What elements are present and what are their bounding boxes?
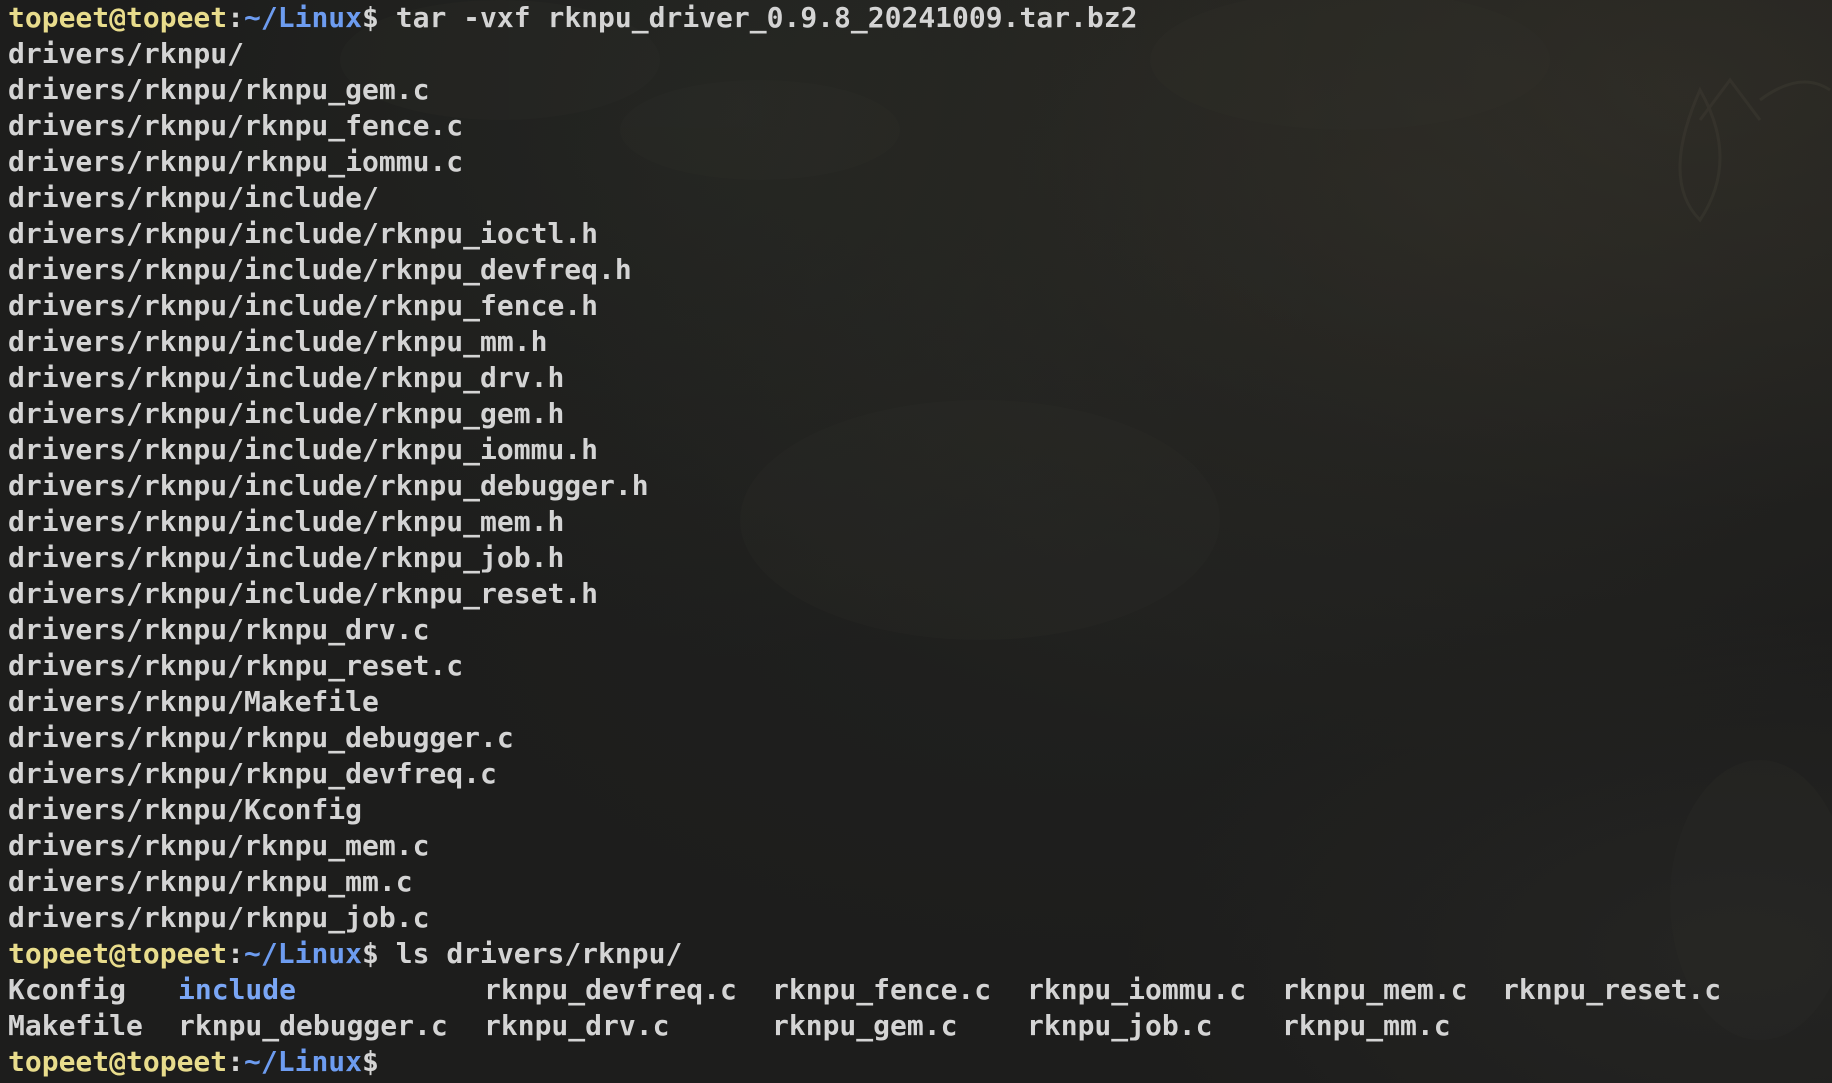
ls-entry-file: rknpu_fence.c bbox=[772, 973, 992, 1006]
prompt-colon: : bbox=[227, 1045, 245, 1078]
ls-entry-file: rknpu_drv.c bbox=[484, 1009, 670, 1042]
ls-entry-file: rknpu_iommu.c bbox=[1027, 973, 1247, 1006]
output-line: drivers/rknpu/rknpu_fence.c bbox=[8, 109, 464, 142]
prompt-dollar: $ bbox=[362, 1045, 379, 1078]
output-line: drivers/rknpu/include/rknpu_mem.h bbox=[8, 505, 565, 538]
ls-entry-file: rknpu_job.c bbox=[1027, 1009, 1213, 1042]
output-line: drivers/rknpu/rknpu_mm.c bbox=[8, 865, 413, 898]
output-line: drivers/rknpu/include/rknpu_job.h bbox=[8, 541, 565, 574]
ls-entry-file: rknpu_gem.c bbox=[772, 1009, 958, 1042]
ls-entry-file: rknpu_devfreq.c bbox=[484, 973, 737, 1006]
prompt-colon: : bbox=[227, 937, 245, 970]
prompt-path: ~/Linux bbox=[244, 1045, 363, 1078]
ls-entry-file: Makefile bbox=[8, 1009, 143, 1042]
output-line: drivers/rknpu/ bbox=[8, 37, 245, 70]
output-line: drivers/rknpu/rknpu_devfreq.c bbox=[8, 757, 497, 790]
prompt-user-host: topeet@topeet bbox=[8, 1, 228, 34]
command-text: tar -vxf rknpu_driver_0.9.8_20241009.tar… bbox=[378, 1, 1138, 34]
terminal-output: topeet@topeet:~/Linux$ tar -vxf rknpu_dr… bbox=[8, 0, 1824, 1080]
output-line: drivers/rknpu/include/rknpu_reset.h bbox=[8, 577, 599, 610]
output-line: drivers/rknpu/rknpu_iommu.c bbox=[8, 145, 464, 178]
ls-output-row: Kconfig include rknpu_devfreq.c rknpu_fe… bbox=[8, 972, 1824, 1008]
output-line: drivers/rknpu/include/rknpu_fence.h bbox=[8, 289, 599, 322]
ls-entry-file: rknpu_reset.c bbox=[1502, 973, 1722, 1006]
output-line: drivers/rknpu/rknpu_mem.c bbox=[8, 829, 430, 862]
prompt-path: ~/Linux bbox=[244, 1, 363, 34]
output-line: drivers/rknpu/include/rknpu_drv.h bbox=[8, 361, 565, 394]
prompt-line-current[interactable]: topeet@topeet:~/Linux$ bbox=[8, 1044, 1824, 1080]
output-line: drivers/rknpu/rknpu_drv.c bbox=[8, 613, 430, 646]
output-line: drivers/rknpu/include/rknpu_ioctl.h bbox=[8, 217, 599, 250]
ls-entry-file: rknpu_mm.c bbox=[1282, 1009, 1451, 1042]
output-line: drivers/rknpu/Kconfig bbox=[8, 793, 363, 826]
output-line: drivers/rknpu/rknpu_gem.c bbox=[8, 73, 430, 106]
output-line: drivers/rknpu/rknpu_debugger.c bbox=[8, 721, 514, 754]
output-line: drivers/rknpu/include/rknpu_debugger.h bbox=[8, 469, 649, 502]
output-line: drivers/rknpu/Makefile bbox=[8, 685, 379, 718]
terminal-window[interactable]: topeet@topeet:~/Linux$ tar -vxf rknpu_dr… bbox=[0, 0, 1832, 1083]
prompt-line-tar: topeet@topeet:~/Linux$ tar -vxf rknpu_dr… bbox=[8, 0, 1824, 36]
ls-entry-file: rknpu_mem.c bbox=[1282, 973, 1468, 1006]
ls-entry-directory: include bbox=[178, 973, 297, 1006]
command-text: ls drivers/rknpu/ bbox=[378, 937, 683, 970]
output-line: drivers/rknpu/include/rknpu_devfreq.h bbox=[8, 253, 632, 286]
prompt-line-ls: topeet@topeet:~/Linux$ ls drivers/rknpu/ bbox=[8, 936, 1824, 972]
output-line: drivers/rknpu/rknpu_job.c bbox=[8, 901, 430, 934]
output-line: drivers/rknpu/rknpu_reset.c bbox=[8, 649, 464, 682]
ls-entry-file: Kconfig bbox=[8, 973, 127, 1006]
output-line: drivers/rknpu/include/ bbox=[8, 181, 379, 214]
output-line: drivers/rknpu/include/rknpu_mm.h bbox=[8, 325, 548, 358]
output-line: drivers/rknpu/include/rknpu_iommu.h bbox=[8, 433, 599, 466]
prompt-user-host: topeet@topeet bbox=[8, 937, 228, 970]
prompt-colon: : bbox=[227, 1, 245, 34]
ls-output-row: Makefile rknpu_debugger.c rknpu_drv.c rk… bbox=[8, 1008, 1824, 1044]
output-line: drivers/rknpu/include/rknpu_gem.h bbox=[8, 397, 565, 430]
prompt-path: ~/Linux bbox=[244, 937, 363, 970]
ls-entry-file: rknpu_debugger.c bbox=[178, 1009, 448, 1042]
prompt-dollar: $ bbox=[362, 937, 379, 970]
prompt-dollar: $ bbox=[362, 1, 379, 34]
